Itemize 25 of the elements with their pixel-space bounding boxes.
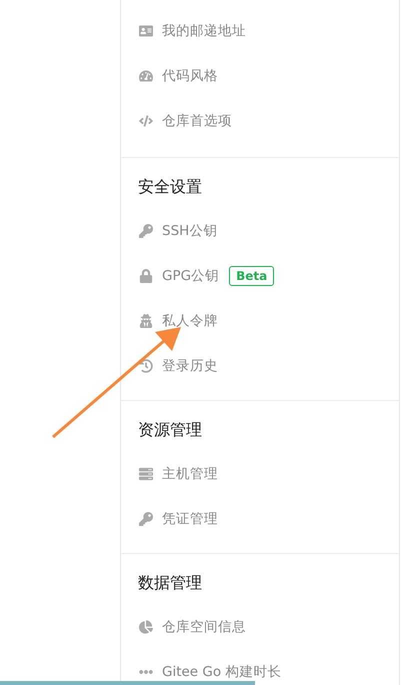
spy-icon xyxy=(138,314,154,328)
section-heading: 资源管理 xyxy=(137,418,203,440)
sidebar-item[interactable]: 私人令牌 xyxy=(121,298,399,343)
history-icon xyxy=(138,358,154,372)
code-icon xyxy=(138,114,154,128)
section-heading: 安全设置 xyxy=(137,176,203,198)
pie-chart-icon xyxy=(138,620,154,634)
key-icon xyxy=(138,224,154,238)
server-icon xyxy=(138,466,154,480)
sidebar-item[interactable]: Gitee Go 构建时长 xyxy=(121,649,399,685)
sidebar-item[interactable]: SSH公钥 xyxy=(121,208,399,253)
sidebar-item[interactable]: 登录历史 xyxy=(121,343,399,388)
sidebar-item[interactable]: 凭证管理 xyxy=(121,496,399,541)
sidebar-item[interactable]: 仓库空间信息 xyxy=(121,604,399,649)
id-card-icon xyxy=(138,24,154,38)
key-icon xyxy=(138,512,154,526)
gauge-icon xyxy=(138,68,154,82)
sidebar-item[interactable]: 我的邮递地址 xyxy=(121,8,399,53)
beta-tag: Beta xyxy=(229,266,274,286)
sidebar-item[interactable]: GPG公钥 Beta xyxy=(121,253,399,298)
sidebar-item[interactable]: 仓库首选项 xyxy=(121,98,399,143)
section-heading: 数据管理 xyxy=(137,572,203,594)
sidebar-item[interactable]: 主机管理 xyxy=(121,451,399,496)
sidebar-item[interactable]: 代码风格 xyxy=(121,53,399,98)
lock-icon xyxy=(138,268,154,282)
